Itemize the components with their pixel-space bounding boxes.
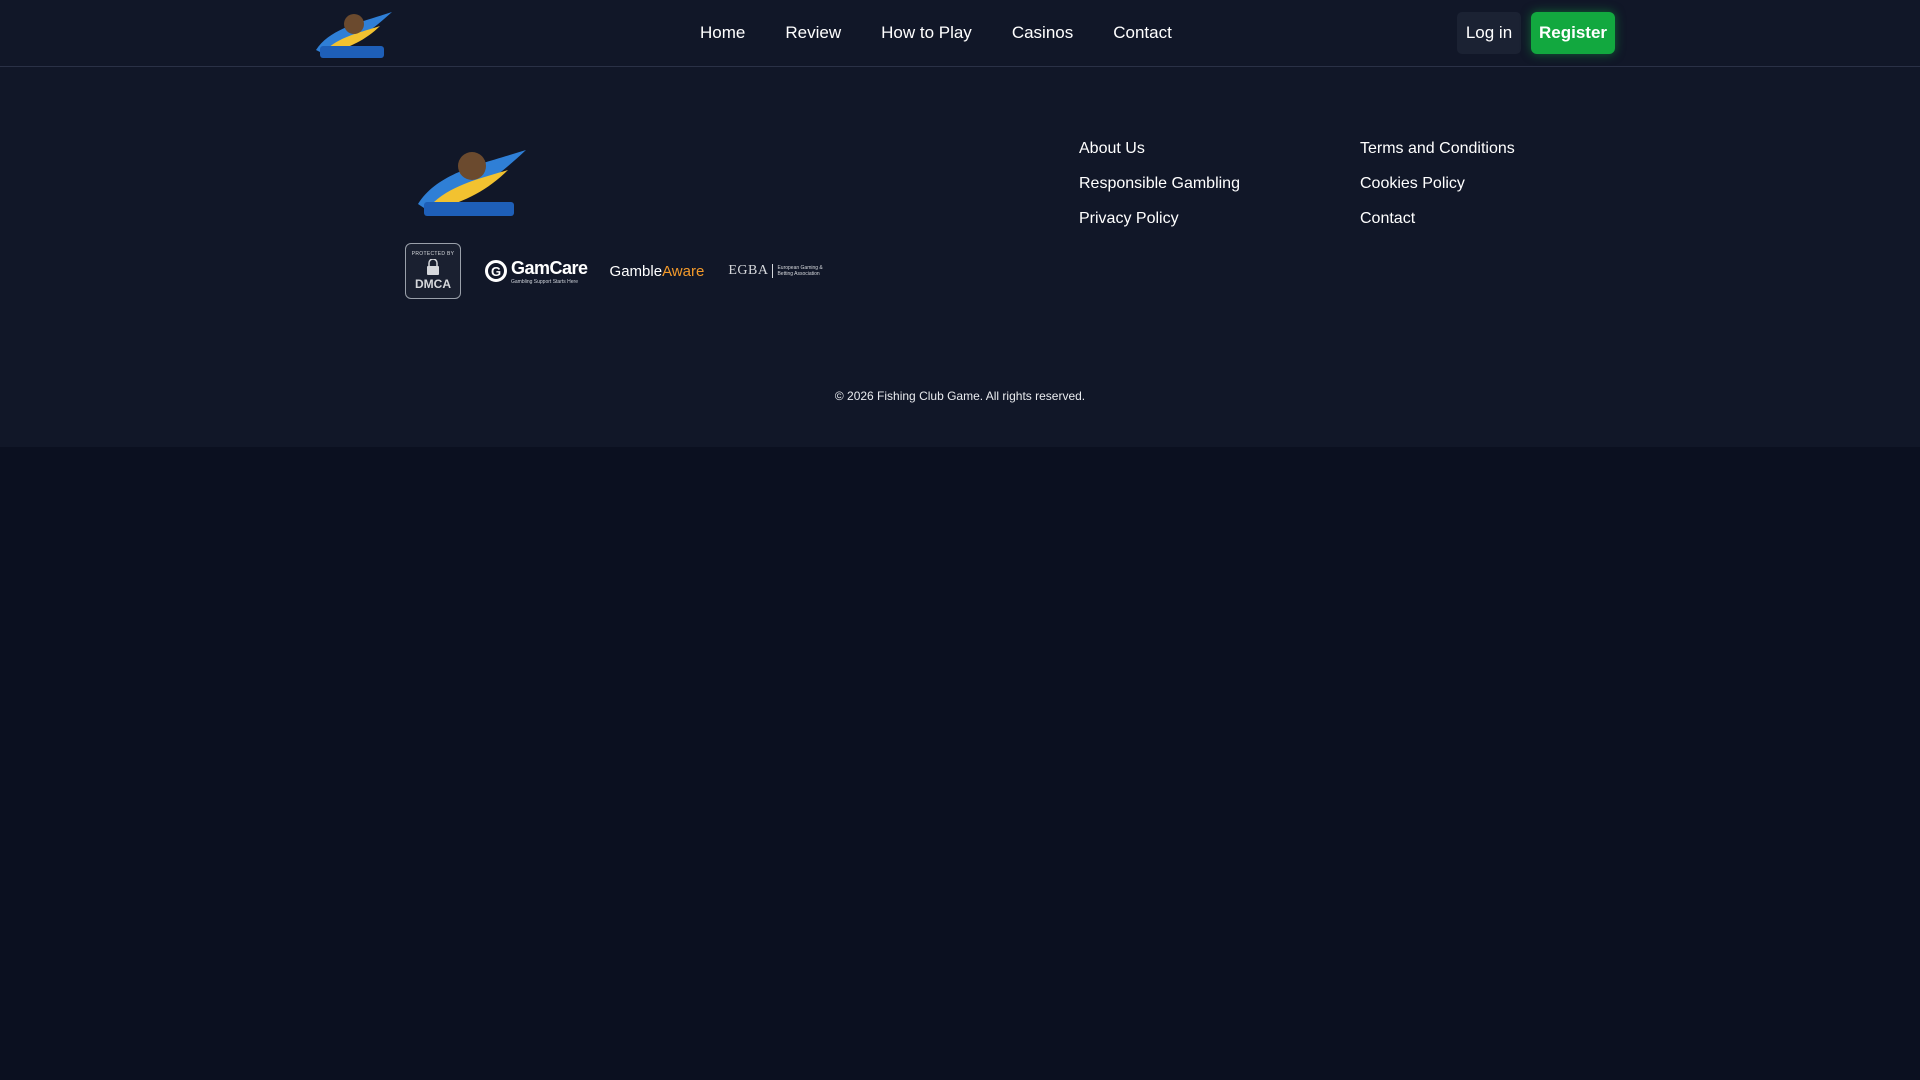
gambleaware-part2: Aware	[662, 262, 705, 280]
egba-description: European Gaming & Betting Association	[777, 265, 823, 277]
footer-link-about-us[interactable]: About Us	[1079, 139, 1240, 174]
trust-badges: PROTECTED BY DMCA G GamCare Gambling Sup…	[405, 243, 829, 299]
nav-how-to-play[interactable]: How to Play	[861, 0, 992, 66]
login-button[interactable]: Log in	[1457, 12, 1521, 54]
nav-contact[interactable]: Contact	[1093, 0, 1192, 66]
copyright-text: © 2026 Fishing Club Game. All rights res…	[834, 389, 1086, 403]
gamcare-name: GamCare	[511, 257, 588, 278]
footer-link-contact[interactable]: Contact	[1360, 209, 1515, 244]
dmca-badge[interactable]: PROTECTED BY DMCA	[405, 243, 461, 299]
footer-link-cookies-policy[interactable]: Cookies Policy	[1360, 174, 1515, 209]
gamcare-badge[interactable]: G GamCare Gambling Support Starts Here	[485, 258, 588, 285]
register-button[interactable]: Register	[1531, 12, 1615, 54]
footer: PROTECTED BY DMCA G GamCare Gambling Sup…	[0, 67, 1920, 447]
top-navbar: Home Review How to Play Casinos Contact …	[0, 0, 1920, 67]
gambleaware-part1: Gamble	[609, 262, 663, 280]
egba-name: EGBA	[728, 263, 769, 278]
nav-casinos[interactable]: Casinos	[992, 0, 1093, 66]
gamcare-subtitle: Gambling Support Starts Here	[511, 278, 578, 285]
nav-home[interactable]: Home	[680, 0, 765, 66]
gamcare-g-icon: G	[485, 260, 507, 282]
main-nav: Home Review How to Play Casinos Contact	[680, 0, 1192, 66]
fishing-logo-footer[interactable]	[410, 142, 530, 220]
fishing-logo[interactable]	[310, 6, 396, 60]
egba-divider	[772, 264, 774, 278]
footer-link-responsible-gambling[interactable]: Responsible Gambling	[1079, 174, 1240, 209]
nav-review[interactable]: Review	[765, 0, 861, 66]
lock-icon	[427, 259, 439, 275]
footer-link-privacy-policy[interactable]: Privacy Policy	[1079, 209, 1240, 244]
footer-link-terms[interactable]: Terms and Conditions	[1360, 139, 1515, 174]
dmca-badge-top-text: PROTECTED BY	[411, 251, 455, 257]
egba-badge[interactable]: EGBA European Gaming & Betting Associati…	[728, 263, 829, 279]
footer-links-col2: Terms and Conditions Cookies Policy Cont…	[1360, 139, 1515, 244]
footer-links-col1: About Us Responsible Gambling Privacy Po…	[1079, 139, 1240, 244]
dmca-badge-main-text: DMCA	[415, 277, 451, 291]
gambleaware-badge[interactable]: Gamble Aware	[610, 263, 705, 280]
